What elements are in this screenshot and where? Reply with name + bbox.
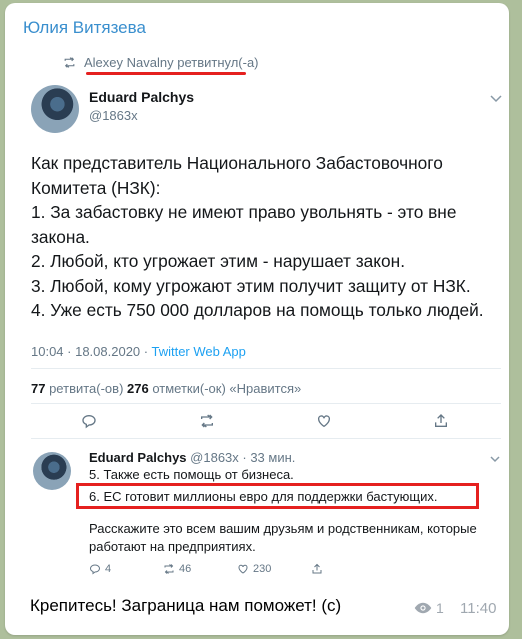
tweet-line: 1. За забастовку не имеют право увольнят… [31, 202, 457, 222]
reply-line: Расскажите это всем вашим друзьям и родс… [89, 521, 477, 536]
retweet-icon[interactable] [199, 413, 215, 429]
reply-header: Eduard Palchys @1863x · 33 мин. [89, 450, 295, 465]
view-count: 1 [414, 600, 444, 616]
tweet-actions [5, 413, 509, 435]
chevron-down-icon[interactable] [489, 93, 503, 103]
reply-actions: 4 46 230 [89, 563, 349, 579]
reply-retweets[interactable]: 46 [163, 563, 191, 575]
tweet-source-link[interactable]: Twitter Web App [151, 344, 245, 359]
eye-icon [414, 602, 432, 614]
tweet-timestamp[interactable]: 10:04 · 18.08.2020 · [31, 344, 151, 359]
views-value: 1 [436, 600, 444, 616]
tweet-line: 4. Уже есть 750 000 долларов на помощь т… [31, 300, 484, 320]
tweet-line: 3. Любой, кому угрожают этим получит защ… [31, 275, 471, 296]
retweets-count[interactable]: 77 [31, 381, 45, 396]
divider [31, 403, 501, 404]
reply-line: 5. Также есть помощь от бизнеса. [89, 467, 294, 482]
reply-icon [89, 564, 101, 575]
chevron-down-icon[interactable] [489, 455, 501, 464]
reply-author-name[interactable]: Eduard Palchys [89, 450, 187, 465]
tweet-line: Комитета (НЗК): [31, 177, 161, 198]
like-icon[interactable] [316, 413, 332, 429]
message-caption: Крепитесь! Заграница нам поможет! (с) [30, 596, 342, 615]
reply-likes[interactable]: 230 [237, 563, 271, 575]
message-time: 11:40 [460, 600, 497, 617]
divider [31, 438, 501, 439]
author-name[interactable]: Eduard Palchys [89, 89, 194, 105]
red-underline-annotation [86, 72, 246, 75]
divider [31, 368, 501, 369]
retweet-icon [164, 564, 174, 574]
retweet-context: Alexey Navalny ретвитнул(-а) [63, 55, 259, 70]
tweet-meta: 10:04 · 18.08.2020 · Twitter Web App [31, 344, 246, 359]
share-icon[interactable] [433, 413, 449, 429]
red-box-annotation [76, 483, 479, 509]
share-icon[interactable] [311, 563, 323, 575]
tweet-stats: 77 ретвита(-ов) 276 отметки(-ок) «Нравит… [31, 381, 301, 396]
reply-line: работают на предприятиях. [89, 539, 256, 554]
reply-handle-time[interactable]: @1863x · 33 мин. [187, 450, 295, 465]
reply-replies-count: 4 [105, 563, 112, 575]
tweet-line: Как представитель Национального Забастов… [31, 153, 443, 173]
avatar[interactable] [31, 85, 79, 133]
retweet-label[interactable]: Alexey Navalny ретвитнул(-а) [84, 55, 259, 70]
reply-retweets-count: 46 [179, 563, 192, 575]
tweet-line: 2. Любой, кто угрожает этим - нарушает з… [31, 251, 405, 271]
reply-replies[interactable]: 4 [89, 563, 111, 575]
reply-icon[interactable] [81, 413, 97, 429]
tweet-text: Как представитель Национального Забастов… [31, 151, 501, 323]
message-bubble: Юлия Витязева Alexey Navalny ретвитнул(-… [5, 3, 509, 635]
likes-label[interactable]: отметки(-ок) «Нравится» [149, 381, 301, 396]
reply-likes-count: 230 [253, 563, 272, 575]
author-handle[interactable]: @1863x [89, 108, 138, 123]
likes-count[interactable]: 276 [127, 381, 149, 396]
like-icon [238, 564, 248, 574]
retweet-icon [63, 56, 76, 69]
sender-name[interactable]: Юлия Витязева [23, 18, 146, 38]
tweet-line: закона. [31, 226, 90, 247]
retweets-label[interactable]: ретвита(-ов) [45, 381, 127, 396]
reply-avatar[interactable] [33, 452, 71, 490]
